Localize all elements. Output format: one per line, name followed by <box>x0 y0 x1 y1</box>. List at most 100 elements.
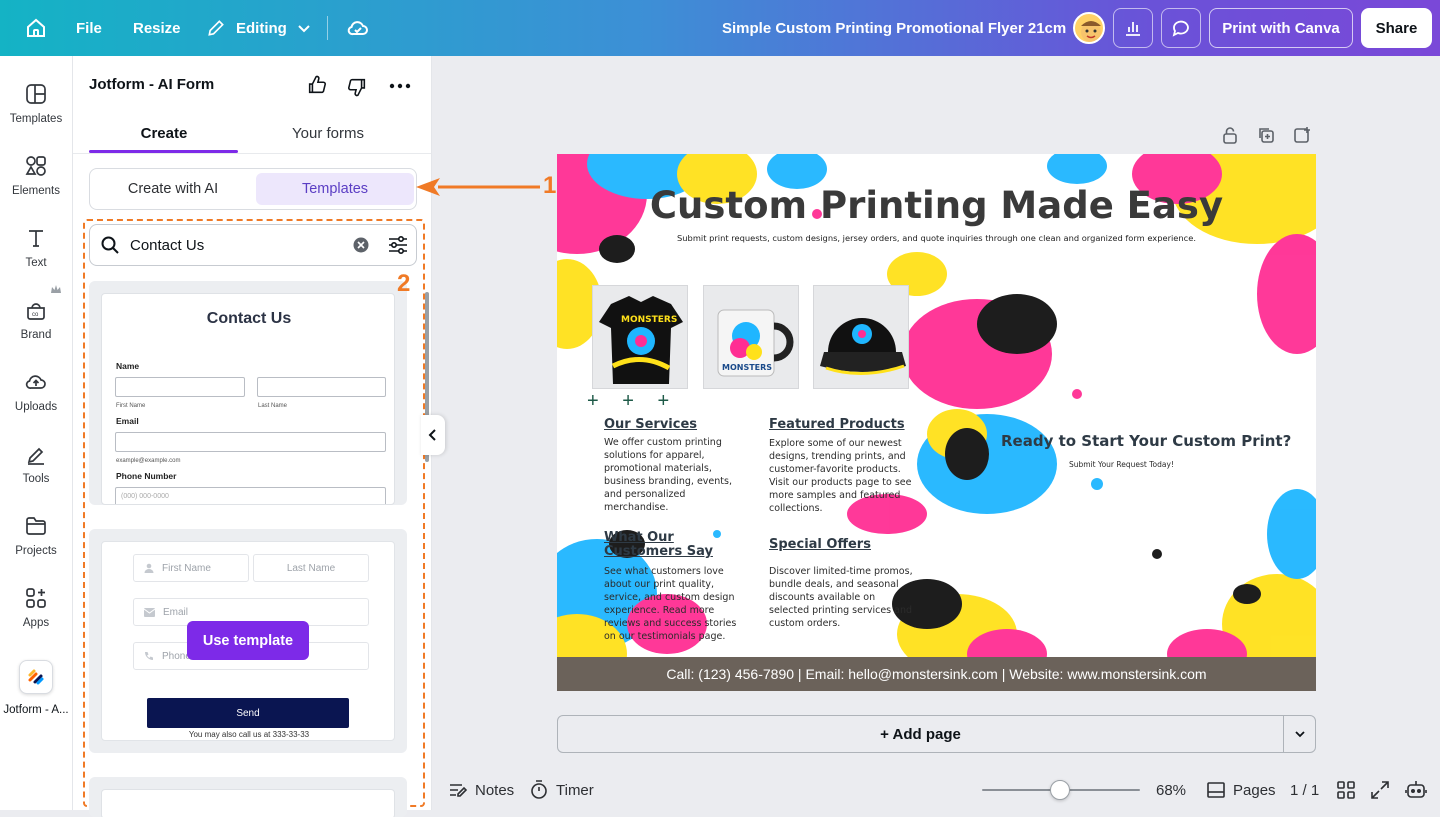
add-page-options-button[interactable] <box>1284 716 1316 752</box>
uploads-icon <box>25 375 46 389</box>
avatar[interactable] <box>1073 12 1105 44</box>
more-options-icon[interactable] <box>389 82 411 90</box>
rail-projects[interactable]: Projects <box>0 506 72 572</box>
tools-icon <box>27 447 44 465</box>
avatar-face-icon <box>1081 21 1101 42</box>
preview-placeholder: Email <box>163 606 189 618</box>
timer-icon <box>531 780 547 799</box>
flyer-subtitle[interactable]: Submit print requests, custom designs, j… <box>557 232 1316 245</box>
template-card-contact-form[interactable]: First Name Last Name Email Phone Send Yo… <box>89 529 407 753</box>
document-title[interactable]: Simple Custom Printing Promotional Flyer… <box>722 0 1066 56</box>
preview-field: (000) 000-0000 <box>115 487 386 504</box>
rail-uploads[interactable]: Uploads <box>0 362 72 428</box>
home-button[interactable] <box>24 0 48 56</box>
duplicate-page-icon[interactable] <box>1257 126 1275 144</box>
rail-text[interactable]: Text <box>0 218 72 284</box>
search-input[interactable]: Contact Us <box>130 225 204 265</box>
featured-heading[interactable]: Featured Products <box>769 418 905 432</box>
collapse-panel-button[interactable] <box>421 415 445 455</box>
comments-button[interactable] <box>1161 8 1201 48</box>
customers-heading[interactable]: What Our Customers Say <box>604 531 714 559</box>
timer-button[interactable]: Timer <box>530 770 594 810</box>
assistant-icon[interactable] <box>1405 779 1427 801</box>
panel-title: Jotform - AI Form <box>89 76 215 93</box>
cta-subtext[interactable]: Submit Your Request Today! <box>1069 459 1174 472</box>
preview-sublabel: First Name <box>116 403 146 409</box>
product-mug-image[interactable]: MONSTERS <box>703 285 799 389</box>
template-search-box: Contact Us <box>89 224 417 266</box>
jotform-panel: Jotform - AI Form Create Your forms Crea… <box>72 56 445 817</box>
tab-your-forms[interactable]: Your forms <box>253 116 403 150</box>
notes-button[interactable]: Notes <box>448 770 514 810</box>
fullscreen-icon[interactable] <box>1371 781 1389 799</box>
insights-button[interactable] <box>1113 8 1153 48</box>
editing-mode-button[interactable]: Editing <box>206 0 311 56</box>
grid-view-icon[interactable] <box>1337 781 1355 799</box>
services-heading[interactable]: Our Services <box>604 418 697 432</box>
thumbs-down-icon[interactable] <box>346 76 368 98</box>
bar-chart-icon <box>1126 22 1140 36</box>
add-page-button[interactable]: + Add page <box>558 716 1283 752</box>
template-preview <box>101 789 395 817</box>
rail-label: Projects <box>15 545 57 557</box>
jotform-icon <box>19 660 53 694</box>
rail-label: Text <box>25 257 47 269</box>
rail-tools[interactable]: Tools <box>0 434 72 500</box>
filter-icon[interactable] <box>387 234 409 256</box>
pages-button[interactable]: Pages <box>1207 770 1276 810</box>
mail-icon <box>144 607 155 617</box>
page-count: 1 / 1 <box>1290 781 1320 799</box>
chevron-down-icon <box>1295 731 1305 738</box>
preview-label: Name <box>116 361 140 371</box>
rail-templates[interactable]: Templates <box>0 74 72 140</box>
rail-apps[interactable]: Apps <box>0 578 72 644</box>
add-page-icon[interactable] <box>1293 126 1311 144</box>
preview-placeholder: Last Name <box>286 562 336 574</box>
preview-field: First Name <box>133 554 249 582</box>
create-with-ai-button[interactable]: Create with AI <box>94 173 252 205</box>
preview-field <box>115 377 245 397</box>
template-card-partial[interactable] <box>89 777 407 817</box>
notes-icon <box>450 784 468 797</box>
product-jersey-image[interactable]: MONSTERS <box>592 285 688 389</box>
zoom-slider[interactable] <box>982 780 1140 800</box>
tab-create[interactable]: Create <box>89 116 239 150</box>
divider <box>73 153 431 154</box>
customers-text[interactable]: See what customers love about our print … <box>604 566 744 643</box>
resize-button[interactable]: Resize <box>133 0 181 56</box>
print-with-canva-button[interactable]: Print with Canva <box>1209 8 1353 48</box>
callout-number-1: 1 <box>543 172 557 199</box>
share-button[interactable]: Share <box>1361 8 1432 48</box>
zoom-slider-thumb[interactable] <box>1050 780 1070 800</box>
services-text[interactable]: We offer custom printing solutions for a… <box>604 437 744 514</box>
offers-text[interactable]: Discover limited-time promos, bundle dea… <box>769 566 914 631</box>
file-menu[interactable]: File <box>76 0 102 56</box>
chevron-left-icon <box>428 429 436 441</box>
callout-arrow-icon <box>416 178 540 196</box>
flyer-canvas[interactable]: Custom Printing Made Easy Submit print r… <box>557 154 1316 691</box>
rail-jotform[interactable]: Jotform - A... <box>0 660 72 726</box>
preview-field: Last Name <box>253 554 369 582</box>
divider <box>327 16 328 40</box>
offers-heading[interactable]: Special Offers <box>769 538 871 552</box>
lock-icon[interactable] <box>1221 126 1239 144</box>
clear-search-icon[interactable] <box>353 237 369 253</box>
zoom-level[interactable]: 68% <box>1156 770 1186 810</box>
cta-heading[interactable]: Ready to Start Your Custom Print? <box>1001 432 1291 450</box>
save-status-button[interactable] <box>346 0 370 56</box>
product-cap-image[interactable] <box>813 285 909 389</box>
template-card-contact-us[interactable]: Contact Us Name First Name Last Name Ema… <box>89 281 407 505</box>
use-template-button[interactable]: Use template <box>187 621 309 660</box>
preview-send-button: Send <box>147 698 349 728</box>
rail-brand[interactable]: co Brand <box>0 290 72 356</box>
flyer-title[interactable]: Custom Printing Made Easy <box>557 184 1316 227</box>
featured-text[interactable]: Explore some of our newest designs, tren… <box>769 438 914 515</box>
preview-label: Phone Number <box>116 471 177 481</box>
thumbs-up-icon[interactable] <box>306 74 328 96</box>
cloud-check-icon <box>347 21 368 36</box>
rail-elements[interactable]: Elements <box>0 146 72 212</box>
flyer-contact-footer[interactable]: Call: (123) 456-7890 | Email: hello@mons… <box>557 657 1316 691</box>
templates-toggle-button[interactable]: Templates <box>256 173 414 205</box>
top-bar: File Resize Editing Simple Custom Printi… <box>0 0 1440 56</box>
panel-scrollbar[interactable] <box>424 282 430 810</box>
